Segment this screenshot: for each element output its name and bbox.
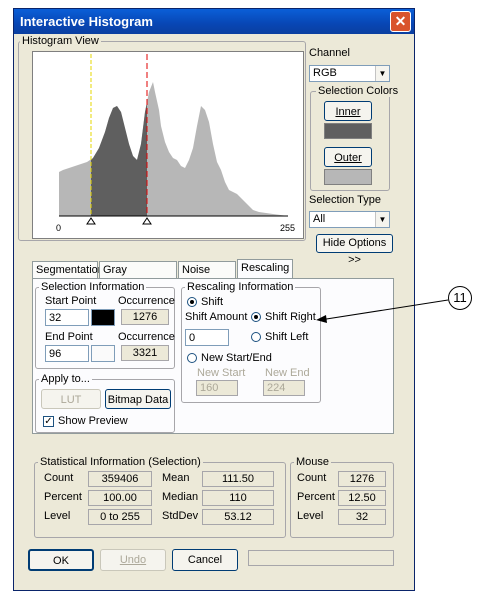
- new-end-label: New End: [265, 367, 310, 379]
- mean-value: 111.50: [202, 471, 274, 487]
- histogram-selection-area: [91, 102, 147, 216]
- callout-number: 11: [448, 286, 472, 310]
- start-point-input[interactable]: 32: [45, 309, 89, 326]
- inner-color-swatch: [324, 123, 372, 139]
- shift-label: Shift: [201, 296, 224, 308]
- hide-options-button[interactable]: Hide Options >>: [316, 234, 393, 266]
- selection-type-value: All: [313, 213, 326, 225]
- rescaling-information-label: Rescaling Information: [185, 281, 296, 293]
- end-color-swatch: [91, 345, 115, 362]
- outer-color-swatch: [324, 169, 372, 185]
- lut-button[interactable]: LUT: [41, 389, 101, 409]
- channel-select[interactable]: RGB ▼: [309, 65, 390, 82]
- percent-label: Percent: [44, 491, 82, 503]
- axis-max-label: 255: [280, 223, 296, 233]
- start-marker-handle: [86, 217, 96, 225]
- window-title: Interactive Histogram: [20, 14, 153, 29]
- count-value: 359406: [88, 471, 152, 487]
- outer-color-button[interactable]: Outer: [324, 147, 372, 167]
- mouse-count-label: Count: [297, 472, 327, 484]
- shift-left-radio[interactable]: [251, 332, 261, 342]
- count-label: Count: [44, 472, 74, 484]
- channel-label: Channel: [309, 47, 350, 59]
- statistical-information-label: Statistical Information (Selection): [38, 456, 203, 468]
- selection-type-select[interactable]: All ▼: [309, 211, 390, 228]
- axis-min-label: 0: [56, 223, 62, 233]
- new-end-input[interactable]: 224: [263, 380, 305, 396]
- selection-colors-label: Selection Colors: [316, 85, 401, 97]
- bitmap-data-button[interactable]: Bitmap Data: [105, 389, 171, 409]
- stddev-label: StdDev: [162, 510, 199, 522]
- chevron-down-icon: ▼: [375, 66, 389, 81]
- median-label: Median: [162, 491, 199, 503]
- shift-radio[interactable]: [187, 297, 197, 307]
- start-occurrence-value: 1276: [121, 309, 169, 325]
- tab-gray-distribution[interactable]: Gray Distribution: [99, 261, 177, 292]
- mouse-count-value: 1276: [338, 471, 386, 487]
- new-start-end-radio[interactable]: [187, 353, 197, 363]
- shift-amount-input[interactable]: 0: [185, 329, 229, 346]
- end-occurrence-label: Occurrence: [118, 331, 175, 343]
- new-start-end-label: New Start/End: [201, 352, 272, 364]
- end-marker-handle: [142, 217, 152, 225]
- inner-color-button[interactable]: Inner: [324, 101, 372, 121]
- shift-right-radio[interactable]: [251, 312, 261, 322]
- close-icon[interactable]: ✕: [390, 11, 411, 32]
- percent-value: 100.00: [88, 490, 152, 506]
- selection-information-label: Selection Information: [39, 281, 147, 293]
- end-point-label: End Point: [45, 331, 93, 343]
- progress-bar: [248, 550, 394, 566]
- mouse-level-value: 32: [338, 509, 386, 525]
- mean-label: Mean: [162, 472, 190, 484]
- channel-value: RGB: [313, 67, 337, 79]
- selection-type-label: Selection Type: [309, 194, 381, 206]
- mouse-percent-label: Percent: [297, 491, 335, 503]
- tab-strip: Segmentation Gray Distribution Noise Fil…: [32, 259, 390, 292]
- level-label: Level: [44, 510, 71, 522]
- stddev-value: 53.12: [202, 509, 274, 525]
- new-start-input[interactable]: 160: [196, 380, 238, 396]
- histogram-canvas[interactable]: [32, 51, 304, 239]
- shift-amount-label: Shift Amount: [185, 311, 248, 323]
- median-value: 110: [202, 490, 274, 506]
- mouse-label: Mouse: [294, 456, 332, 468]
- cancel-button[interactable]: Cancel: [172, 549, 238, 571]
- tab-segmentation[interactable]: Segmentation: [32, 261, 104, 278]
- start-occurrence-label: Occurrence: [118, 295, 175, 307]
- histogram-svg: [59, 54, 288, 225]
- ok-button[interactable]: OK: [28, 549, 94, 571]
- show-preview-label: Show Preview: [58, 415, 128, 427]
- new-start-label: New Start: [197, 367, 246, 379]
- chevron-down-icon: ▼: [375, 212, 389, 227]
- show-preview-checkbox[interactable]: ✓: [43, 416, 54, 427]
- level-value: 0 to 255: [88, 509, 152, 525]
- end-occurrence-value: 3321: [121, 345, 169, 361]
- title-bar: Interactive Histogram ✕: [14, 9, 414, 34]
- end-point-input[interactable]: 96: [45, 345, 89, 362]
- start-point-label: Start Point: [45, 295, 97, 307]
- apply-to-label: Apply to...: [39, 373, 92, 385]
- tab-noise-filter[interactable]: Noise Filter: [178, 261, 236, 292]
- histogram-view-label: Histogram View: [20, 35, 101, 47]
- undo-button[interactable]: Undo: [100, 549, 166, 571]
- mouse-level-label: Level: [297, 510, 324, 522]
- mouse-percent-value: 12.50: [338, 490, 386, 506]
- tab-rescaling[interactable]: Rescaling: [237, 259, 293, 279]
- start-color-swatch: [91, 309, 115, 326]
